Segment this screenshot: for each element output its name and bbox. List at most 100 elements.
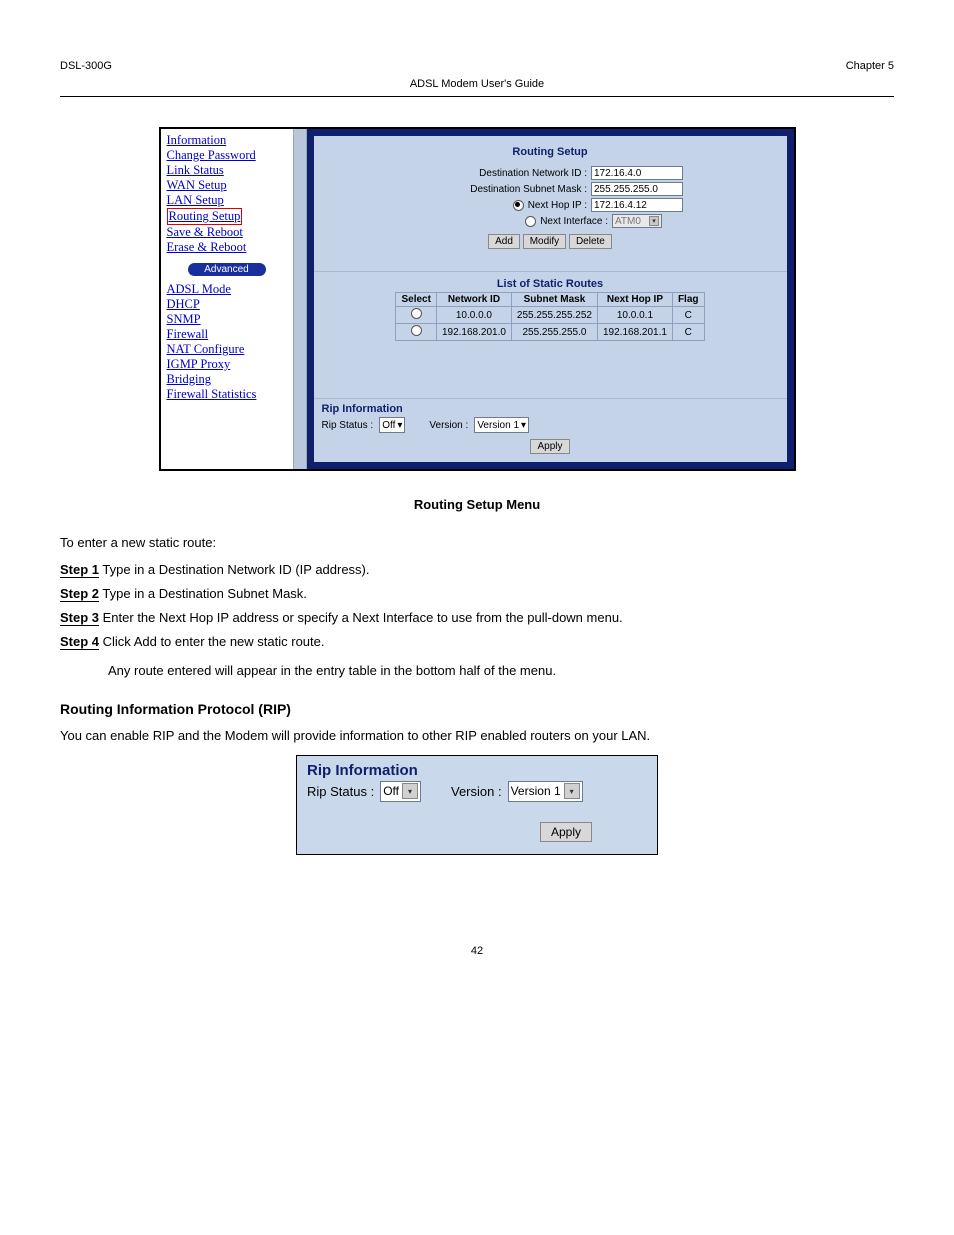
sidebar-item-routing-setup[interactable]: Routing Setup bbox=[169, 209, 241, 223]
main-panel: Routing Setup Destination Network ID : D… bbox=[313, 135, 788, 463]
step-text: Type in a Destination Network ID (IP add… bbox=[102, 562, 369, 577]
rip-version-value-large: Version 1 bbox=[511, 784, 561, 798]
rip-version-select-large[interactable]: Version 1 ▾ bbox=[508, 781, 583, 802]
figure-caption: Routing Setup Menu bbox=[60, 496, 894, 514]
add-button[interactable]: Add bbox=[488, 234, 520, 249]
table-header: Next Hop IP bbox=[597, 293, 672, 307]
apply-button-large[interactable]: Apply bbox=[540, 822, 592, 842]
dest-network-label: Destination Network ID : bbox=[417, 168, 587, 179]
main-panel-frame: Routing Setup Destination Network ID : D… bbox=[307, 129, 794, 469]
sidebar-item-information[interactable]: Information bbox=[167, 133, 227, 147]
panel-title: Routing Setup bbox=[314, 136, 787, 164]
sidebar-item-firewall-statistics[interactable]: Firewall Statistics bbox=[167, 387, 257, 401]
rip-title-large: Rip Information bbox=[307, 762, 647, 779]
static-routes-title: List of Static Routes bbox=[314, 271, 787, 290]
rip-version-label-large: Version : bbox=[451, 784, 502, 799]
rip-status-label-small: Rip Status : bbox=[322, 420, 374, 431]
table-header: Flag bbox=[672, 293, 704, 307]
table-cell: 255.255.255.0 bbox=[511, 324, 597, 341]
rip-status-select-large[interactable]: Off ▾ bbox=[380, 781, 421, 802]
nextif-select-value: ATM0 bbox=[615, 216, 641, 227]
nextif-label: Next Interface : bbox=[540, 216, 608, 227]
sidebar-item-bridging[interactable]: Bridging bbox=[167, 372, 211, 386]
doc-model: DSL-300G bbox=[60, 60, 112, 72]
chevron-down-icon: ▾ bbox=[402, 783, 418, 799]
table-row: 10.0.0.0 255.255.255.252 10.0.0.1 C bbox=[396, 307, 704, 324]
route-select-radio[interactable] bbox=[411, 308, 422, 319]
table-header: Select bbox=[396, 293, 436, 307]
step-label: Step 4 bbox=[60, 634, 99, 650]
rip-status-select-small[interactable]: Off ▾ bbox=[379, 417, 405, 433]
rip-section-title: Routing Information Protocol (RIP) bbox=[60, 701, 894, 717]
route-select-radio[interactable] bbox=[411, 325, 422, 336]
chevron-down-icon: ▾ bbox=[649, 216, 659, 226]
step-label: Step 3 bbox=[60, 610, 99, 626]
nexthop-input[interactable] bbox=[591, 198, 683, 212]
step-text: Type in a Destination Subnet Mask. bbox=[102, 586, 307, 601]
table-cell: 192.168.201.1 bbox=[597, 324, 672, 341]
rip-status-value-small: Off bbox=[382, 420, 395, 431]
steps-intro: To enter a new static route: bbox=[60, 534, 894, 552]
rip-version-select-small[interactable]: Version 1 ▾ bbox=[474, 417, 529, 433]
sidebar-item-igmp-proxy[interactable]: IGMP Proxy bbox=[167, 357, 231, 371]
sidebar-item-lan-setup[interactable]: LAN Setup bbox=[167, 193, 224, 207]
table-cell: 255.255.255.252 bbox=[511, 307, 597, 324]
rip-status-label-large: Rip Status : bbox=[307, 784, 374, 799]
nextif-radio[interactable] bbox=[525, 216, 536, 227]
doc-chapter: Chapter 5 bbox=[846, 60, 894, 72]
chevron-down-icon: ▾ bbox=[521, 420, 526, 431]
table-cell: C bbox=[672, 324, 704, 341]
steps-block: To enter a new static route: Step 1 Type… bbox=[60, 534, 894, 680]
step-label: Step 1 bbox=[60, 562, 99, 578]
dest-mask-label: Destination Subnet Mask : bbox=[417, 184, 587, 195]
steps-note: Any route entered will appear in the ent… bbox=[108, 662, 894, 680]
chevron-down-icon: ▾ bbox=[397, 420, 402, 431]
sidebar-item-nat-configure[interactable]: NAT Configure bbox=[167, 342, 245, 356]
doc-title: ADSL Modem User's Guide bbox=[60, 78, 894, 90]
rip-status-value-large: Off bbox=[383, 784, 399, 798]
dest-mask-input[interactable] bbox=[591, 182, 683, 196]
rip-version-value-small: Version 1 bbox=[477, 420, 519, 431]
sidebar: Information Change Password Link Status … bbox=[161, 129, 293, 469]
routing-form: Destination Network ID : Destination Sub… bbox=[314, 164, 787, 263]
sidebar-item-wan-setup[interactable]: WAN Setup bbox=[167, 178, 227, 192]
nextif-select[interactable]: ATM0 ▾ bbox=[612, 214, 662, 228]
nexthop-radio[interactable] bbox=[513, 200, 524, 211]
rip-info-large: Rip Information Rip Status : Off ▾ Versi… bbox=[296, 755, 658, 855]
page-number: 42 bbox=[60, 945, 894, 957]
rip-info-small: Rip Information Rip Status : Off ▾ Versi… bbox=[314, 398, 787, 462]
sidebar-item-link-status[interactable]: Link Status bbox=[167, 163, 224, 177]
dest-network-input[interactable] bbox=[591, 166, 683, 180]
rip-version-label-small: Version : bbox=[429, 420, 468, 431]
sidebar-item-adsl-mode[interactable]: ADSL Mode bbox=[167, 282, 231, 296]
sidebar-item-change-password[interactable]: Change Password bbox=[167, 148, 256, 162]
sidebar-item-firewall[interactable]: Firewall bbox=[167, 327, 209, 341]
sidebar-item-dhcp[interactable]: DHCP bbox=[167, 297, 200, 311]
advanced-badge: Advanced bbox=[188, 263, 266, 276]
table-header: Subnet Mask bbox=[511, 293, 597, 307]
sidebar-item-erase-reboot[interactable]: Erase & Reboot bbox=[167, 240, 247, 254]
step-text: Enter the Next Hop IP address or specify… bbox=[103, 610, 623, 625]
chevron-down-icon: ▾ bbox=[564, 783, 580, 799]
table-header: Network ID bbox=[436, 293, 511, 307]
routing-setup-screenshot: Information Change Password Link Status … bbox=[159, 127, 796, 471]
rip-section-text: You can enable RIP and the Modem will pr… bbox=[60, 727, 894, 745]
header-rule bbox=[60, 96, 894, 97]
apply-button-small[interactable]: Apply bbox=[530, 439, 569, 454]
sidebar-item-snmp[interactable]: SNMP bbox=[167, 312, 201, 326]
table-cell: 10.0.0.0 bbox=[436, 307, 511, 324]
delete-button[interactable]: Delete bbox=[569, 234, 612, 249]
step-text: Click Add to enter the new static route. bbox=[103, 634, 325, 649]
table-row: 192.168.201.0 255.255.255.0 192.168.201.… bbox=[396, 324, 704, 341]
sidebar-item-routing-setup-highlight: Routing Setup bbox=[167, 208, 243, 225]
sidebar-gutter bbox=[293, 129, 307, 469]
static-routes-table: Select Network ID Subnet Mask Next Hop I… bbox=[395, 292, 704, 341]
nexthop-label: Next Hop IP : bbox=[528, 200, 587, 211]
table-cell: 10.0.0.1 bbox=[597, 307, 672, 324]
modify-button[interactable]: Modify bbox=[523, 234, 566, 249]
step-label: Step 2 bbox=[60, 586, 99, 602]
sidebar-item-save-reboot[interactable]: Save & Reboot bbox=[167, 225, 243, 239]
rip-title-small: Rip Information bbox=[322, 403, 779, 415]
table-cell: 192.168.201.0 bbox=[436, 324, 511, 341]
table-cell: C bbox=[672, 307, 704, 324]
